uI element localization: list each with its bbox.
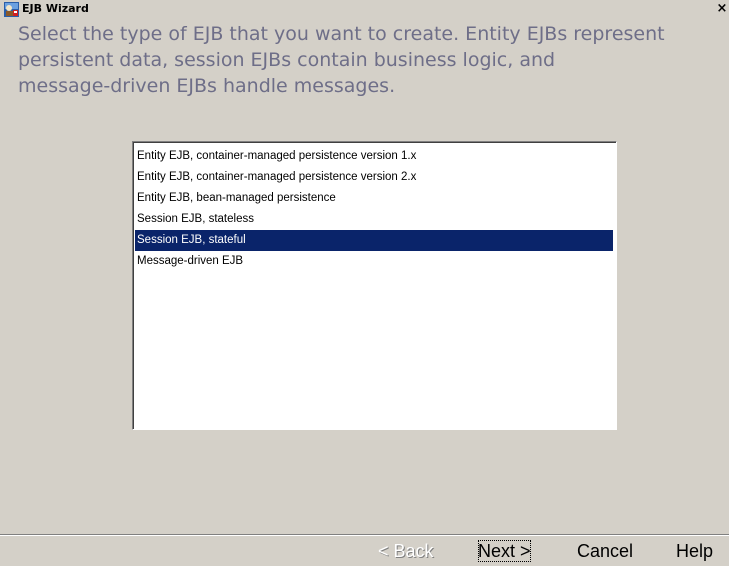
- list-item-entity-cmp-2x[interactable]: Entity EJB, container-managed persistenc…: [135, 167, 613, 188]
- title-bar[interactable]: EJB Wizard ×: [0, 0, 729, 19]
- ejb-type-list[interactable]: Entity EJB, container-managed persistenc…: [132, 141, 617, 430]
- list-item-session-stateless[interactable]: Session EJB, stateless: [135, 209, 613, 230]
- list-item-message-driven[interactable]: Message-driven EJB: [135, 251, 613, 272]
- help-button[interactable]: Help: [676, 537, 713, 565]
- back-button[interactable]: < Back: [378, 537, 434, 565]
- ejb-wizard-window: EJB Wizard × Select the type of EJB that…: [0, 0, 729, 566]
- list-item-entity-bmp[interactable]: Entity EJB, bean-managed persistence: [135, 188, 613, 209]
- instruction-line-3: message-driven EJBs handle messages.: [18, 75, 396, 97]
- cancel-button[interactable]: Cancel: [577, 537, 633, 565]
- wizard-button-bar: < Back Next > Cancel Help: [0, 534, 729, 566]
- instruction-line-2: persistent data, session EJBs contain bu…: [18, 49, 556, 71]
- window-title: EJB Wizard: [22, 2, 89, 15]
- wizard-icon: [4, 2, 19, 17]
- list-item-entity-cmp-1x[interactable]: Entity EJB, container-managed persistenc…: [135, 146, 613, 167]
- instruction-line-1: Select the type of EJB that you want to …: [18, 23, 665, 45]
- list-item-session-stateful[interactable]: Session EJB, stateful: [135, 230, 613, 251]
- close-icon[interactable]: ×: [714, 1, 729, 17]
- next-button[interactable]: Next >: [475, 537, 534, 565]
- instruction-text: Select the type of EJB that you want to …: [18, 21, 729, 99]
